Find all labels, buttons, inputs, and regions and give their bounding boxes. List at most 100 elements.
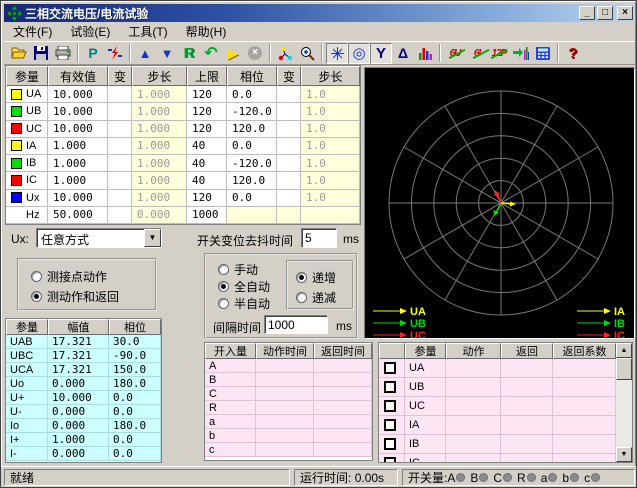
radio-semi-auto[interactable]: 半自动 (218, 295, 270, 312)
run-button[interactable]: ▶ (222, 43, 244, 64)
star-view-button[interactable] (326, 43, 348, 64)
phase-color-swatch (11, 89, 22, 100)
phase-cell[interactable]: -120.0 (227, 155, 277, 172)
rings-view-button[interactable]: ◎ (348, 43, 370, 64)
checkbox[interactable] (384, 419, 396, 431)
radio-contact-action[interactable]: 测接点动作 (31, 268, 107, 285)
radio-increase[interactable]: 递增 (296, 269, 336, 286)
vary-cell[interactable] (277, 86, 301, 103)
six-i-button[interactable]: 6I (466, 43, 488, 64)
checkbox[interactable] (384, 381, 396, 393)
power-output-button[interactable] (104, 43, 126, 64)
phasor-diagram-button[interactable] (274, 43, 296, 64)
minimize-button[interactable]: _ (579, 6, 595, 20)
ux-mode-select[interactable]: 任意方式 ▼ (36, 228, 162, 248)
run-icon: ▶ (228, 45, 239, 62)
limit-cell[interactable]: 120 (187, 121, 227, 138)
rms-cell[interactable]: 1.000 (48, 138, 108, 155)
step-up-button[interactable]: ▲ (134, 43, 156, 64)
radio-action-and-return[interactable]: 测动作和返回 (31, 288, 119, 305)
zoom-button[interactable] (296, 43, 318, 64)
phasor-display: UA UB UC IA IB IC (364, 67, 635, 339)
scroll-up-icon[interactable]: ▲ (616, 343, 632, 358)
checkbox[interactable] (384, 457, 396, 463)
vary-cell[interactable] (108, 172, 132, 189)
vary-cell[interactable] (108, 103, 132, 120)
debounce-input[interactable] (301, 228, 337, 248)
amplitude: 17.321 (48, 335, 109, 349)
limit-cell[interactable]: 120 (187, 190, 227, 207)
rms-cell[interactable]: 10.000 (48, 103, 108, 120)
vary-cell[interactable] (277, 155, 301, 172)
limit-cell[interactable]: 40 (187, 155, 227, 172)
vary-cell[interactable] (108, 190, 132, 207)
column-header: 开入量 (205, 343, 256, 359)
vary-cell[interactable] (277, 103, 301, 120)
undo-button[interactable]: ↶ (200, 43, 222, 64)
menu-tools[interactable]: 工具(T) (119, 21, 176, 42)
harmonic-button[interactable] (510, 43, 532, 64)
calculator-button[interactable] (532, 43, 554, 64)
chevron-down-icon[interactable]: ▼ (144, 229, 161, 247)
phase: 150.0 (109, 363, 161, 377)
legend-label: IB (614, 318, 625, 330)
open-button[interactable] (8, 43, 30, 64)
title-bar[interactable]: 三相交流电压/电流试验 _ □ × (4, 4, 635, 22)
twelve-p-button[interactable]: 12P (488, 43, 510, 64)
scroll-down-icon[interactable]: ▼ (616, 447, 632, 462)
phase-cell[interactable]: 0.0 (227, 86, 277, 103)
limit-cell[interactable]: 40 (187, 172, 227, 189)
phase-cell[interactable]: 120.0 (227, 172, 277, 189)
radio-decrease[interactable]: 递减 (296, 289, 336, 306)
vary-cell[interactable] (277, 190, 301, 207)
save-button[interactable] (30, 43, 52, 64)
checkbox[interactable] (384, 438, 396, 450)
rms-cell[interactable]: 10.000 (48, 121, 108, 138)
delta-view-button[interactable]: Δ (392, 43, 414, 64)
step-down-button[interactable]: ▼ (156, 43, 178, 64)
print-button[interactable] (52, 43, 74, 64)
vary-cell[interactable] (277, 121, 301, 138)
limit-cell[interactable]: 1000 (187, 207, 227, 224)
radio-full-auto[interactable]: 全自动 (218, 278, 270, 295)
vary-cell[interactable] (108, 207, 132, 224)
menu-test[interactable]: 试验(E) (61, 21, 119, 42)
vary-cell[interactable] (108, 86, 132, 103)
vary-cell[interactable] (108, 121, 132, 138)
help-button[interactable]: ? (562, 43, 584, 64)
phase-cell[interactable]: 0.0 (227, 190, 277, 207)
rms-cell[interactable]: 1.000 (48, 155, 108, 172)
stop-button[interactable]: × (244, 43, 266, 64)
phase-cell[interactable]: 0.0 (227, 138, 277, 155)
interval-input[interactable] (264, 315, 328, 334)
vary-cell[interactable] (108, 138, 132, 155)
checkbox[interactable] (384, 400, 396, 412)
vary-cell[interactable] (277, 138, 301, 155)
menu-file[interactable]: 文件(F) (4, 21, 61, 42)
pause-output-button[interactable]: P (82, 43, 104, 64)
checkbox[interactable] (384, 362, 396, 374)
bar-chart-button[interactable] (414, 43, 436, 64)
switch-c: C (493, 471, 502, 485)
wye-view-button[interactable]: Y (370, 43, 392, 64)
radio-manual[interactable]: 手动 (218, 261, 258, 278)
menu-help[interactable]: 帮助(H) (177, 21, 236, 42)
scrollbar-thumb[interactable] (616, 358, 632, 380)
rms-cell[interactable]: 1.000 (48, 172, 108, 189)
rms-cell[interactable]: 10.000 (48, 86, 108, 103)
phase-cell[interactable]: -120.0 (227, 103, 277, 120)
close-button[interactable]: × (617, 6, 633, 20)
maximize-button[interactable]: □ (597, 6, 613, 20)
column-header: 返回时间 (314, 343, 372, 359)
limit-cell[interactable]: 120 (187, 103, 227, 120)
limit-cell[interactable]: 120 (187, 86, 227, 103)
limit-cell[interactable]: 40 (187, 138, 227, 155)
reset-button[interactable]: R (178, 43, 200, 64)
rms-cell[interactable]: 50.000 (48, 207, 108, 224)
vertical-scrollbar[interactable]: ▲ ▼ (616, 343, 632, 462)
vary-cell[interactable] (108, 155, 132, 172)
six-u-button[interactable]: 6U (444, 43, 466, 64)
rms-cell[interactable]: 10.000 (48, 190, 108, 207)
vary-cell[interactable] (277, 172, 301, 189)
phase-cell[interactable]: 120.0 (227, 121, 277, 138)
